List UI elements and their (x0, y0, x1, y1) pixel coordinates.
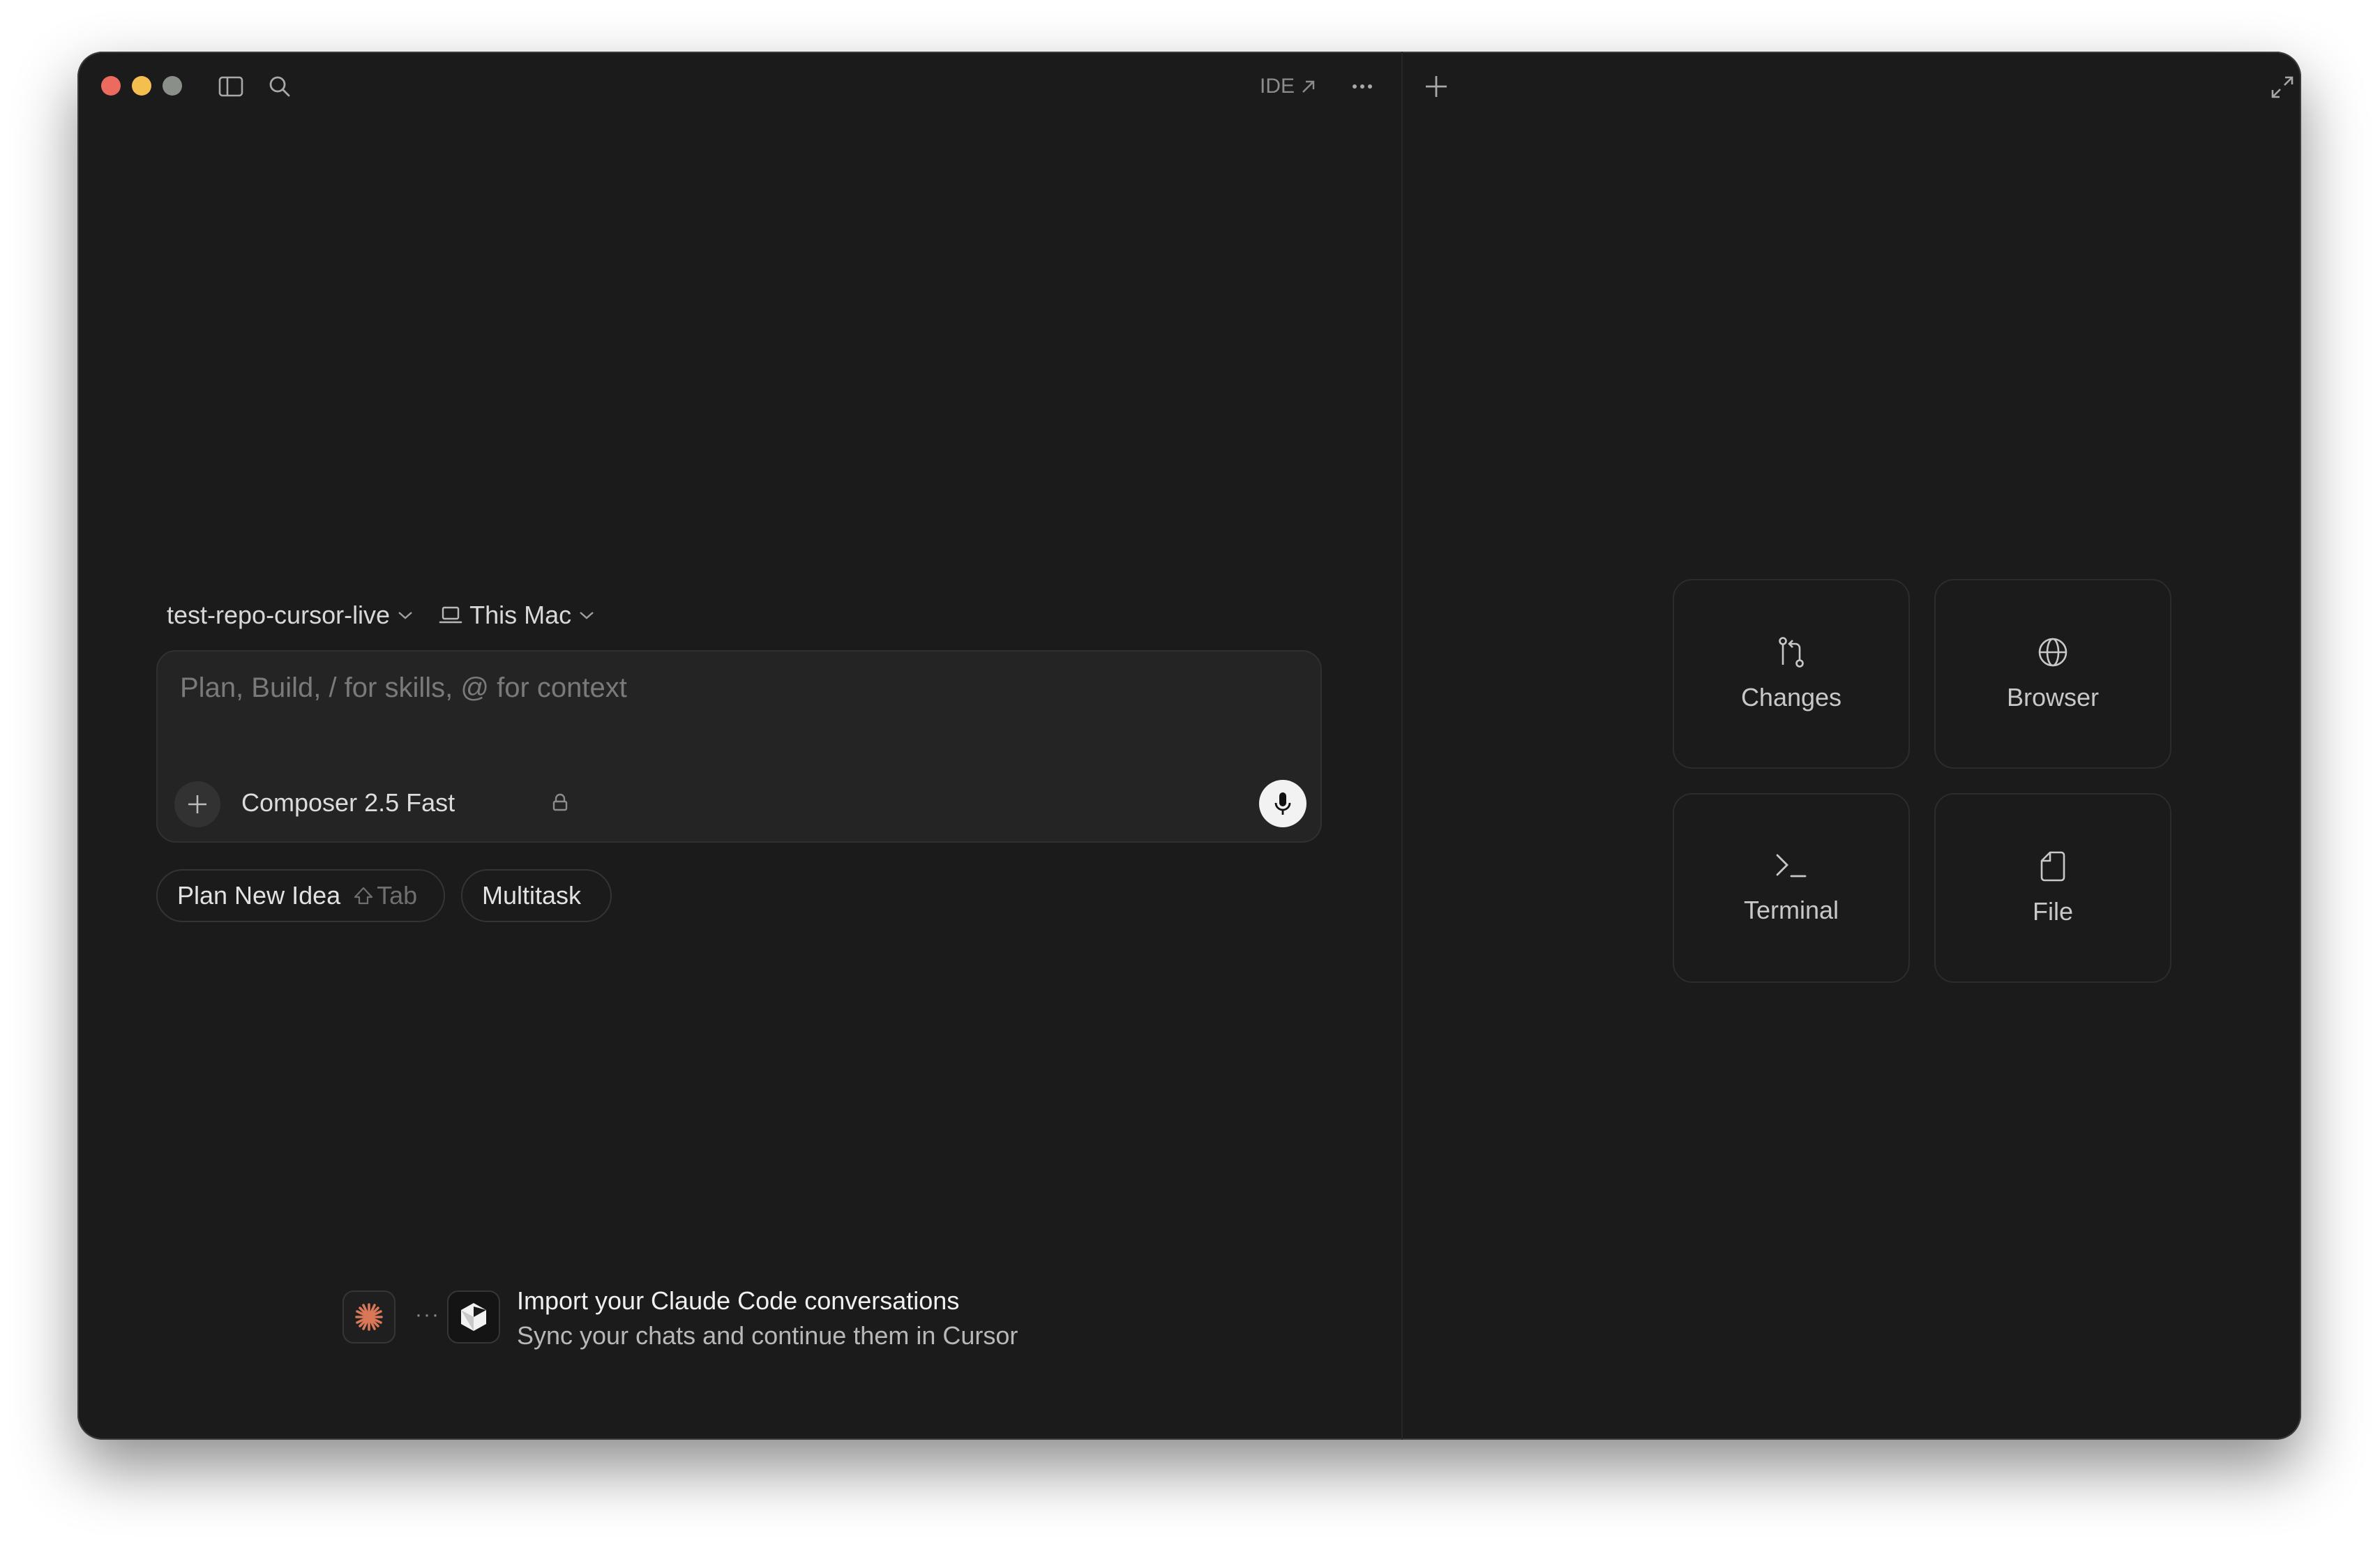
import-title: Import your Claude Code conversations (517, 1286, 960, 1315)
shortcut-hint: Tab (353, 881, 417, 910)
search-button[interactable] (266, 73, 294, 100)
cursor-logo (447, 1290, 500, 1343)
tile-label: Browser (2006, 683, 2100, 712)
terminal-icon (1776, 854, 1807, 878)
arrow-up-right-icon (1302, 80, 1315, 93)
machine-name: This Mac (469, 601, 572, 629)
more-options-button[interactable] (1347, 73, 1378, 100)
minimize-window-button[interactable] (132, 76, 151, 96)
changes-tile[interactable]: Changes (1673, 579, 1910, 769)
repo-name: test-repo-cursor-live (167, 601, 391, 629)
plus-icon (188, 795, 206, 813)
microphone-icon (1274, 792, 1291, 815)
add-attachment-button[interactable] (174, 781, 220, 827)
globe-icon (2038, 638, 2068, 667)
zoom-window-button[interactable] (163, 76, 182, 96)
shortcut-key: Tab (377, 881, 418, 910)
chip-label: Multitask (482, 881, 582, 910)
expand-arrows-icon (2271, 76, 2294, 98)
chevron-down-icon (398, 612, 412, 619)
app-window: IDE test-repo-cursor-live This Mac Plan,… (77, 52, 2301, 1440)
prompt-input[interactable]: Plan, Build, / for skills, @ for context (180, 672, 627, 704)
repo-selector[interactable]: test-repo-cursor-live (167, 601, 414, 630)
plus-icon (1426, 76, 1447, 97)
open-ide-link[interactable]: IDE (1260, 73, 1317, 100)
file-tile[interactable]: File (1934, 793, 2171, 983)
file-icon (2040, 851, 2065, 882)
expand-panel-button[interactable] (2268, 73, 2297, 102)
claude-logo (342, 1290, 396, 1343)
lock-icon (552, 793, 568, 811)
sidebar-icon (218, 76, 243, 97)
import-subtitle: Sync your chats and continue them in Cur… (517, 1321, 1018, 1350)
connector-dots: ··· (415, 1303, 440, 1326)
search-icon (269, 76, 290, 97)
context-selector-row: test-repo-cursor-live This Mac (167, 596, 595, 635)
chat-pane: IDE test-repo-cursor-live This Mac Plan,… (77, 52, 1401, 1440)
tile-label: Terminal (1743, 896, 1839, 924)
chip-label: Plan New Idea (177, 881, 341, 910)
browser-tile[interactable]: Browser (1934, 579, 2171, 769)
multitask-chip[interactable]: Multitask (461, 869, 612, 922)
ellipsis-icon (1353, 84, 1372, 89)
close-window-button[interactable] (101, 76, 121, 96)
chevron-down-icon (580, 612, 594, 619)
laptop-icon (439, 606, 462, 624)
tile-label: Changes (1740, 683, 1842, 712)
new-tab-button[interactable] (1421, 71, 1452, 102)
tile-label: File (2032, 897, 2073, 926)
terminal-tile[interactable]: Terminal (1673, 793, 1910, 983)
toggle-sidebar-button[interactable] (217, 73, 245, 100)
shift-key-icon (354, 887, 373, 905)
git-compare-icon (1779, 637, 1804, 668)
side-panel: Changes Browser Terminal File (1403, 52, 2301, 1440)
ide-label: IDE (1260, 75, 1295, 98)
plan-new-idea-chip[interactable]: Plan New Idea Tab (156, 869, 445, 922)
composer-box[interactable]: Plan, Build, / for skills, @ for context… (156, 650, 1322, 843)
voice-input-button[interactable] (1259, 780, 1306, 827)
claude-starburst-icon (355, 1303, 383, 1331)
cursor-cube-icon (461, 1303, 486, 1331)
machine-selector[interactable]: This Mac (439, 601, 595, 630)
model-selector[interactable]: Composer 2.5 Fast (241, 788, 455, 818)
